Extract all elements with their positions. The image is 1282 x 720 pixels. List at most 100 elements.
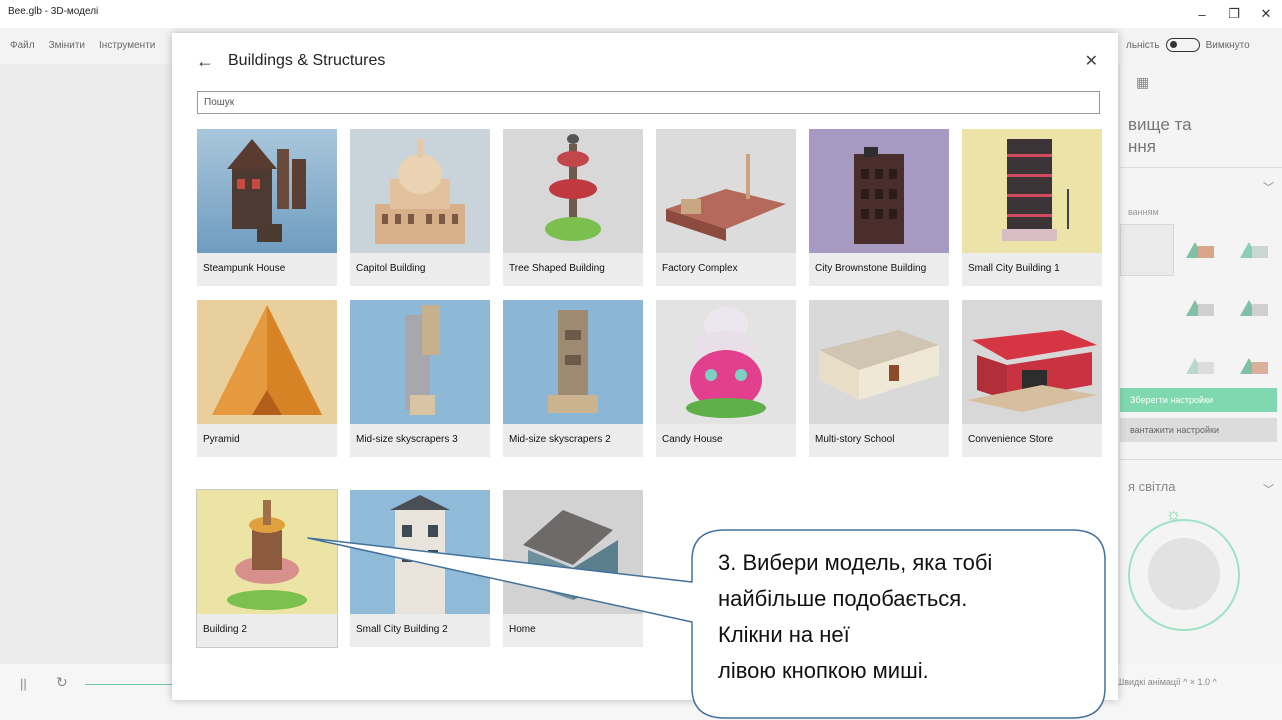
- model-card-small-city-building-2[interactable]: Small City Building 2: [350, 490, 490, 647]
- model-thumbnail: [962, 129, 1102, 253]
- model-label: Candy House: [662, 434, 723, 445]
- environment-tiles: [1120, 224, 1282, 392]
- model-label: Tree Shaped Building: [509, 263, 605, 274]
- model-thumbnail: [962, 300, 1102, 424]
- model-thumbnail: [656, 300, 796, 424]
- env-tile[interactable]: [1120, 224, 1174, 276]
- model-thumbnail: [809, 300, 949, 424]
- model-thumbnail: [809, 129, 949, 253]
- back-arrow-icon[interactable]: ←: [196, 51, 214, 72]
- model-label: Factory Complex: [662, 263, 738, 274]
- maximize-button[interactable]: ❐: [1218, 0, 1250, 28]
- pause-icon[interactable]: ||: [20, 676, 27, 691]
- model-card-small-city-building-1[interactable]: Small City Building 1: [962, 129, 1102, 286]
- env-tile[interactable]: [1120, 340, 1174, 392]
- menu-file[interactable]: Файл: [10, 40, 35, 51]
- model-card-building-2[interactable]: Building 2: [196, 489, 338, 648]
- menu-edit[interactable]: Змінити: [49, 40, 85, 51]
- light-section-label: я світла: [1128, 479, 1176, 494]
- reality-toggle-group: льність Вимкнуто: [1126, 38, 1250, 52]
- model-card-candy-house[interactable]: Candy House: [656, 300, 796, 457]
- toggle-state: Вимкнуто: [1205, 39, 1250, 51]
- model-thumbnail: [350, 129, 490, 253]
- model-card-tree-shaped-building[interactable]: Tree Shaped Building: [503, 129, 643, 286]
- model-label: Steampunk House: [203, 263, 286, 274]
- model-label: Mid-size skyscrapers 3: [356, 434, 458, 445]
- close-window-button[interactable]: ✕: [1250, 0, 1282, 28]
- shapes-icon: [1240, 300, 1270, 316]
- callout-line: 3. Вибери модель, яка тобі: [718, 550, 993, 575]
- model-card-factory-complex[interactable]: Factory Complex: [656, 129, 796, 286]
- env-tile[interactable]: [1174, 224, 1228, 276]
- shapes-icon: [1240, 358, 1270, 374]
- divider: [1120, 167, 1282, 168]
- right-panel: ▦ вище та ння ﹀ ванням Зберегти настройк…: [1120, 64, 1282, 664]
- model-thumbnail: [197, 300, 337, 424]
- toggle-switch[interactable]: [1165, 38, 1200, 52]
- model-thumbnail: [503, 300, 643, 424]
- model-card-city-brownstone-building[interactable]: City Brownstone Building: [809, 129, 949, 286]
- model-thumbnail: [350, 490, 490, 614]
- model-card-steampunk-house[interactable]: Steampunk House: [197, 129, 337, 286]
- title-bar: Bee.glb - 3D-моделі – ❐ ✕: [0, 0, 1282, 28]
- window-title: Bee.glb - 3D-моделі: [8, 6, 99, 17]
- save-settings-button[interactable]: Зберегти настройки: [1120, 388, 1277, 412]
- model-card-home[interactable]: Home: [503, 490, 643, 647]
- load-settings-button[interactable]: вантажити настройки: [1120, 418, 1277, 442]
- model-thumbnail: [197, 490, 337, 614]
- model-label: Pyramid: [203, 434, 240, 445]
- model-label: Small City Building 2: [356, 624, 448, 635]
- model-card-pyramid[interactable]: Pyramid: [197, 300, 337, 457]
- loop-icon[interactable]: ↻: [56, 674, 68, 691]
- model-card-mid-size-skyscrapers-3[interactable]: Mid-size skyscrapers 3: [350, 300, 490, 457]
- close-icon[interactable]: ✕: [1085, 51, 1098, 71]
- env-tile[interactable]: [1228, 340, 1282, 392]
- callout-line: найбільше подобається.: [718, 586, 968, 611]
- model-label: Small City Building 1: [968, 263, 1060, 274]
- env-tile[interactable]: [1228, 224, 1282, 276]
- model-label: Building 2: [203, 624, 247, 635]
- chevron-down-icon[interactable]: ﹀: [1263, 179, 1274, 195]
- dialog-title: Buildings & Structures: [228, 52, 386, 69]
- model-card-capitol-building[interactable]: Capitol Building: [350, 129, 490, 286]
- model-thumbnail: [197, 129, 337, 253]
- shapes-icon: [1186, 358, 1216, 374]
- callout-text: 3. Вибери модель, яка тобі найбільше под…: [718, 545, 1088, 689]
- model-card-multi-story-school[interactable]: Multi-story School: [809, 300, 949, 457]
- divider: [1120, 459, 1282, 460]
- model-label: Multi-story School: [815, 434, 895, 445]
- timeline-track[interactable]: [85, 684, 175, 685]
- env-tile[interactable]: [1228, 282, 1282, 334]
- callout-line: Клікни на неї: [718, 622, 850, 647]
- model-label: Mid-size skyscrapers 2: [509, 434, 611, 445]
- model-thumbnail: [503, 129, 643, 253]
- sun-icon[interactable]: ☼: [1165, 504, 1182, 525]
- shapes-icon: [1186, 242, 1216, 258]
- model-label: Home: [509, 624, 536, 635]
- light-dial-center: [1148, 538, 1220, 610]
- model-card-mid-size-skyscrapers-2[interactable]: Mid-size skyscrapers 2: [503, 300, 643, 457]
- shapes-icon: [1240, 242, 1270, 258]
- panel-heading: вище та ння: [1128, 115, 1192, 156]
- callout-line: лівою кнопкою миші.: [718, 658, 929, 683]
- minimize-button[interactable]: –: [1186, 0, 1218, 28]
- model-thumbnail: [350, 300, 490, 424]
- shapes-icon: [1186, 300, 1216, 316]
- animation-speed[interactable]: Швидкі анімації ^ × 1.0 ^: [1116, 677, 1217, 687]
- menu-tools[interactable]: Інструменти: [99, 40, 155, 51]
- env-tile[interactable]: [1120, 282, 1174, 334]
- chevron-down-icon[interactable]: ﹀: [1263, 481, 1274, 497]
- model-thumbnail: [656, 129, 796, 253]
- model-label: City Brownstone Building: [815, 263, 927, 274]
- model-thumbnail: [503, 490, 643, 614]
- panel-sub-label: ванням: [1128, 207, 1159, 217]
- search-box[interactable]: [197, 91, 1100, 114]
- model-label: Convenience Store: [968, 434, 1054, 445]
- grid-icon[interactable]: ▦: [1136, 74, 1149, 91]
- search-input[interactable]: [198, 92, 1099, 113]
- toggle-label: льність: [1126, 39, 1160, 51]
- env-tile[interactable]: [1174, 282, 1228, 334]
- model-label: Capitol Building: [356, 263, 426, 274]
- model-card-convenience-store[interactable]: Convenience Store: [962, 300, 1102, 457]
- env-tile[interactable]: [1174, 340, 1228, 392]
